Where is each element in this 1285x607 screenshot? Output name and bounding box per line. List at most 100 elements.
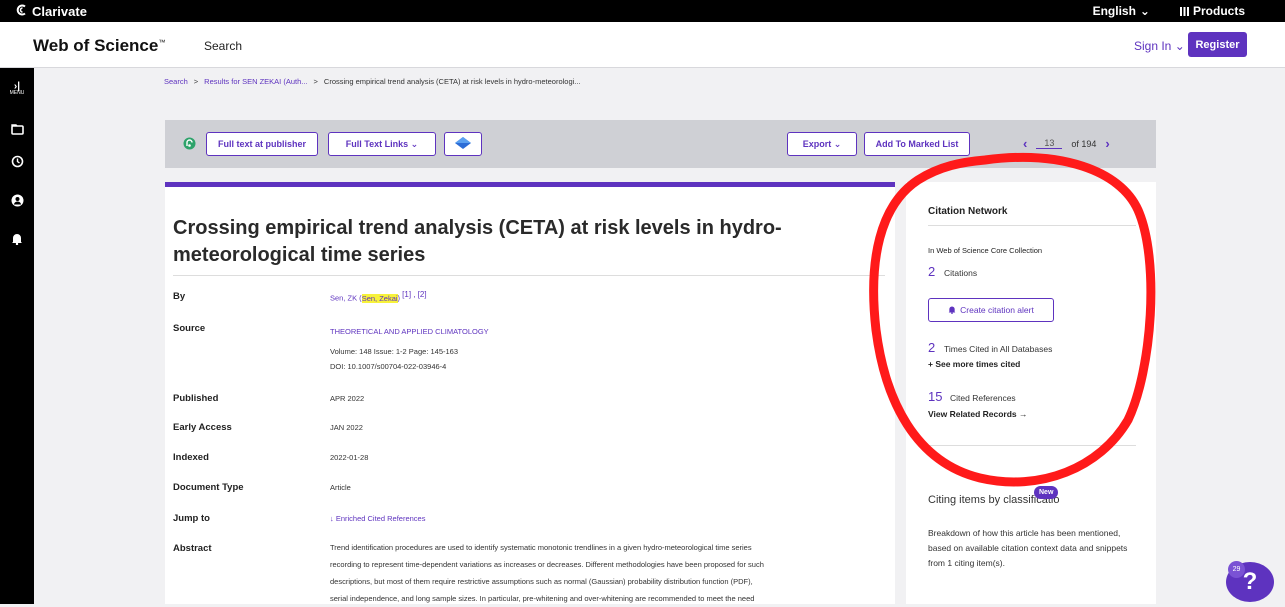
citation-network-panel: Citation Network In Web of Science Core … [906,182,1156,604]
indexed-label: Indexed [173,452,209,463]
bell-icon [948,305,956,316]
record-title: Crossing empirical trend analysis (CETA)… [173,215,863,269]
cited-references-count[interactable]: 15 [928,389,942,404]
core-collection-label: In Web of Science Core Collection [928,246,1043,255]
page-number-input[interactable]: 13 [1036,138,1063,149]
author-affiliation-refs[interactable]: [1] , [2] [402,290,426,299]
language-selector[interactable]: English ⌄ [1093,4,1150,18]
clarivate-brand-text: Clarivate [32,3,87,19]
add-to-marked-list-button[interactable]: Add To Marked List [864,132,970,156]
menu-toggle[interactable]: ›| MENU [0,76,34,96]
abstract-line: Trend identification procedures are used… [330,543,752,552]
citations-label: Citations [944,268,978,278]
full-text-links-label: Full Text Links [345,139,409,149]
abstract-line: descriptions, but most of them require r… [330,577,753,586]
left-nav-rail: ›| MENU [0,68,34,604]
web-of-science-logo[interactable]: Web of Science™ [33,36,165,56]
app-header: Web of Science™ Search Sign In ⌄ Registe… [0,22,1285,68]
record-toolbar: Full text at publisher Full Text Links ⌄… [165,120,1156,168]
jump-to-label: Jump to [173,513,210,524]
journal-link[interactable]: THEORETICAL AND APPLIED CLIMATOLOGY [330,327,489,336]
full-text-publisher-button[interactable]: Full text at publisher [206,132,318,156]
chevron-down-icon: ⌄ [410,138,419,149]
title-divider [173,275,885,276]
language-label: English [1092,4,1136,18]
record-title-line1: Crossing empirical trend analysis (CETA)… [173,217,782,239]
record-title-line2: meteorological time series [173,244,426,266]
document-type-value: Article [330,483,351,492]
chevron-right-icon[interactable]: › [1105,136,1109,151]
help-question-icon: ? [1242,568,1258,595]
new-badge: New [1034,486,1059,499]
grid-icon [1179,6,1189,16]
abstract-label: Abstract [173,543,212,554]
endnote-export-button[interactable] [444,132,482,156]
endnote-icon [455,137,471,151]
record-pager: ‹ 13 of 194 › [1023,136,1110,151]
clarivate-topbar: Clarivate English ⌄ Products [0,0,1285,22]
document-type-label: Document Type [173,482,244,493]
clarivate-logo-icon [16,4,28,19]
times-cited-label: Times Cited in All Databases [944,344,1053,354]
register-button[interactable]: Register [1188,32,1247,57]
indexed-value: 2022-01-28 [330,453,369,462]
breadcrumb-separator: > [193,77,199,86]
create-citation-alert-button[interactable]: Create citation alert [928,298,1054,322]
panel-divider [928,225,1136,226]
author-link[interactable]: Sen, ZK (Sen, Zekai) [330,293,401,303]
chevron-left-icon[interactable]: ‹ [1023,136,1027,151]
abstract-text: Trend identification procedures are used… [330,539,875,607]
published-value: APR 2022 [330,394,365,403]
breadcrumb: Search > Results for SEN ZEKAI (Auth... … [164,77,581,86]
page-total: of 194 [1071,138,1097,149]
menu-label: MENU [9,90,25,96]
citing-items-description: Breakdown of how this article has been m… [928,528,1128,568]
trademark-mark: ™ [158,39,166,47]
panel-divider [928,445,1136,446]
abstract-line: recording to represent time-dependent va… [330,560,764,569]
export-label: Export [802,139,832,149]
sign-in-label: Sign In [1134,39,1172,53]
breadcrumb-separator: > [313,77,318,86]
view-related-records-link[interactable]: View Related Records → [928,409,1028,419]
history-icon[interactable] [0,155,34,171]
enriched-cited-references-link[interactable]: ↓ Enriched Cited References [330,514,425,523]
full-text-links-button[interactable]: Full Text Links ⌄ [328,132,436,156]
breadcrumb-current: Crossing empirical trend analysis (CETA)… [323,77,581,86]
account-icon[interactable] [0,194,34,210]
header-search-link[interactable]: Search [204,39,242,53]
chevron-down-icon: ⌄ [1139,4,1150,18]
doi-value: DOI: 10.1007/s00704-022-03946-4 [330,362,447,371]
citations-count[interactable]: 2 [928,264,935,279]
breadcrumb-results[interactable]: Results for SEN ZEKAI (Auth... [204,77,307,86]
breadcrumb-search[interactable]: Search [164,77,188,86]
products-menu[interactable]: Products [1179,4,1245,18]
products-label: Products [1192,4,1245,18]
open-access-icon [183,137,196,155]
chevron-down-icon: ⌄ [1174,39,1185,53]
create-citation-alert-label: Create citation alert [960,305,1034,315]
record-card: Crossing empirical trend analysis (CETA)… [165,182,895,604]
clarivate-logo[interactable]: Clarivate [16,0,87,22]
early-access-label: Early Access [173,422,232,433]
help-notification-count: 29 [1228,561,1245,578]
bell-icon[interactable] [0,232,34,248]
author-value: Sen, ZK (Sen, Zekai) [1] , [2] [330,287,427,306]
export-button[interactable]: Export ⌄ [787,132,857,156]
source-label: Source [173,323,206,334]
volume-issue-page: Volume: 148 Issue: 1-2 Page: 145-163 [330,347,459,356]
jump-to-link[interactable]: ↓ Enriched Cited References [330,511,425,526]
early-access-value: JAN 2022 [330,423,363,432]
times-cited-count[interactable]: 2 [928,340,935,355]
cited-references-label: Cited References [950,393,1016,403]
folder-icon[interactable] [0,122,34,138]
by-label: By [173,291,186,302]
app-title: Web of Science [33,36,159,55]
source-value: THEORETICAL AND APPLIED CLIMATOLOGY Volu… [330,324,489,374]
citation-network-title: Citation Network [928,206,1008,217]
author-suffix: ) [397,293,401,303]
author-prefix: Sen, ZK ( [330,293,362,303]
see-more-times-cited-link[interactable]: + See more times cited [928,359,1020,369]
abstract-line: serial independence, and long sample siz… [330,594,755,603]
sign-in-dropdown[interactable]: Sign In ⌄ [1134,39,1185,53]
